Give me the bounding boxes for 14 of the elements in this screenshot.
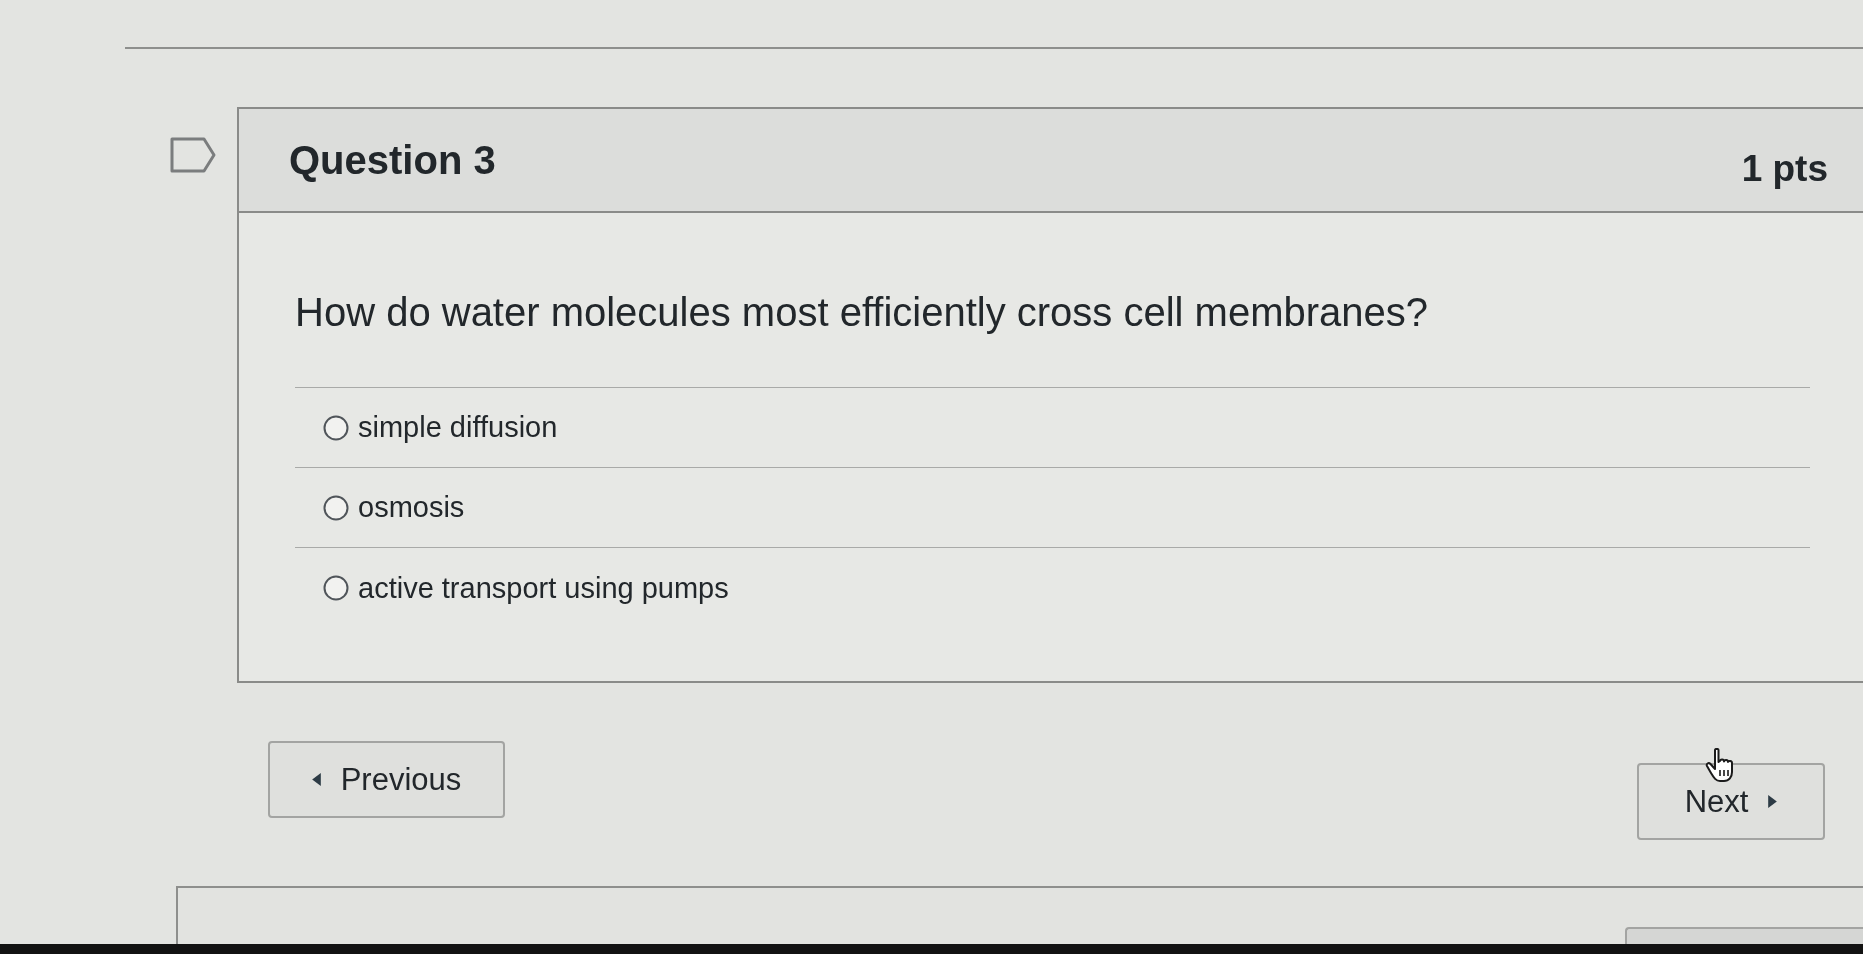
previous-button[interactable]: Previous (268, 741, 505, 818)
question-points: 1 pts (1741, 148, 1828, 190)
question-title: Question 3 (289, 137, 496, 183)
caret-right-icon (1768, 795, 1778, 808)
flag-icon[interactable] (170, 137, 216, 173)
question-text: How do water molecules most efficiently cross cell membranes? (295, 289, 1430, 335)
radio-button[interactable] (323, 494, 349, 521)
next-button[interactable]: Next (1637, 763, 1825, 840)
answer-text[interactable]: simple diffusion (358, 411, 558, 444)
radio-button[interactable] (323, 414, 349, 441)
answer-text[interactable]: active transport using pumps (358, 571, 729, 605)
caret-left-icon (311, 773, 321, 786)
answer-text[interactable]: osmosis (358, 491, 465, 524)
radio-button[interactable] (323, 575, 349, 601)
